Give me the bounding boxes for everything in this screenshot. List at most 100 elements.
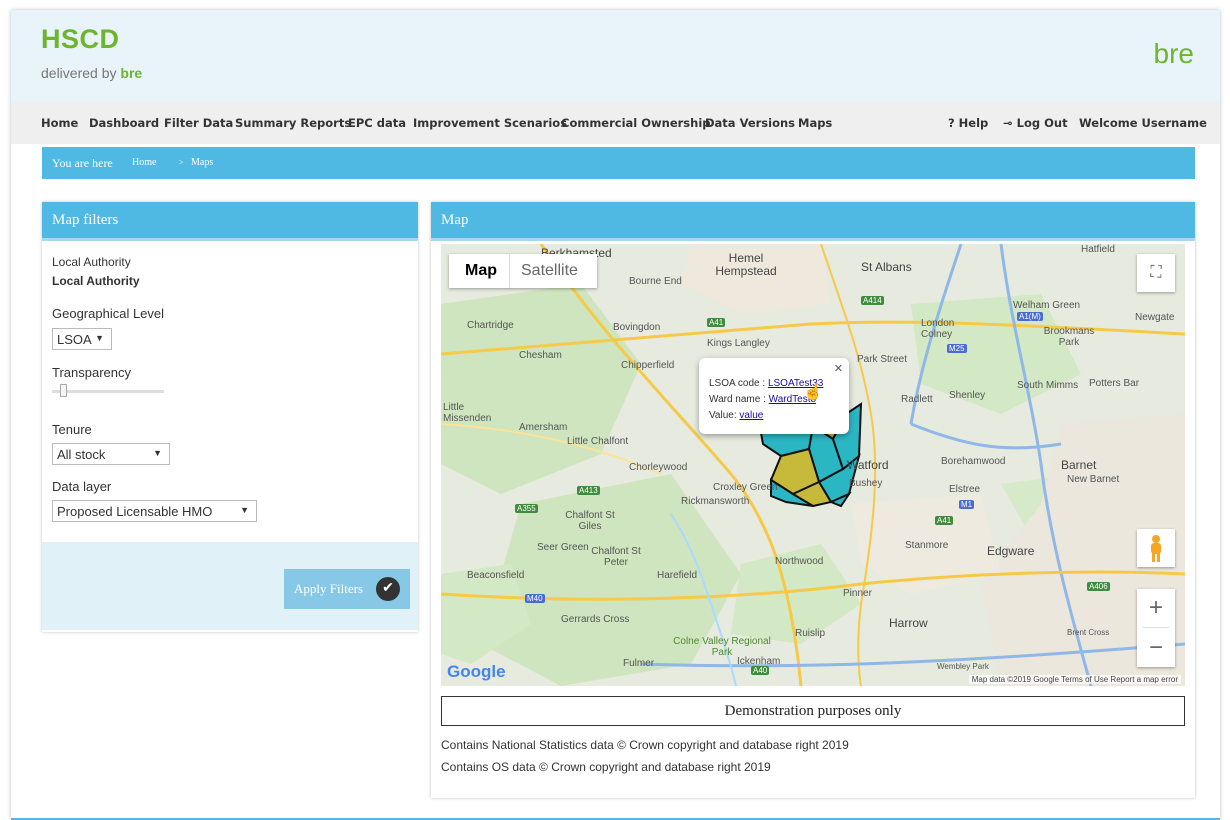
app-header: HSCD delivered by bre bre [11,10,1220,102]
popup-value-row: Value: value [709,410,763,421]
geo-level-label: Geographical Level [52,306,165,321]
road-shield: M25 [947,344,967,353]
road-shield: A413 [577,486,600,495]
slider-track [52,390,164,393]
map-place-label: Pinner [843,588,872,599]
close-icon[interactable]: ✕ [834,362,843,375]
road-shield: A406 [1087,582,1110,591]
map-place-label: Little Chalfont [567,436,629,447]
map-place-label: Chalfont St Peter [591,546,641,568]
map-place-label: Barnet [1061,458,1097,472]
map-place-label: Amersham [519,422,568,433]
map-place-label: Park Street [857,354,908,365]
pegman-icon [1151,535,1161,562]
breadcrumb: You are here Home > Maps [42,147,1195,179]
map-place-label: Harefield [657,570,698,581]
map-place-label: Chartridge [467,320,514,331]
map-place-label: Elstree [949,484,981,495]
zoom-out-button[interactable]: − [1137,629,1175,667]
map-place-label: Chesham [519,350,562,361]
popup-ward-row: Ward name : WardTest8 [709,394,816,405]
fullscreen-button[interactable]: ⛶ [1137,254,1175,292]
road-shield: A1(M) [1017,312,1043,321]
map-place-label: Shenley [949,390,986,401]
map-place-label: Borehamwood [941,456,1006,467]
map-place-label: St Albans [861,260,912,274]
map-place-label: Beaconsfield [467,570,525,581]
app-frame: HSCD delivered by bre bre Home Dashboard… [11,10,1220,820]
map-place-label: Watford [847,458,889,472]
slider-handle[interactable] [60,384,67,397]
tagline-prefix: delivered by [41,65,117,81]
data-layer-select[interactable]: Proposed Licensable HMO ▼ [52,500,257,522]
transparency-slider[interactable] [52,384,164,398]
map-place-label: London Colney [921,318,955,340]
map-filters-title: Map filters [52,212,119,228]
map-type-map-button[interactable]: Map [465,262,497,280]
road-shield: A414 [861,296,884,305]
popup-ward-label: Ward name : [709,394,766,405]
map-place-label: Croxley Green [713,482,778,493]
map-place-label: Welham Green [1013,300,1081,311]
apply-filters-button[interactable]: Apply Filters ✔ [284,569,410,609]
logo-tagline: delivered by bre [41,65,142,81]
demo-notice: Demonstration purposes only [441,696,1185,726]
breadcrumb-home[interactable]: Home [132,157,156,168]
google-logo[interactable]: Google [447,662,506,682]
data-layer-value: Proposed Licensable HMO [57,504,213,519]
map-place-label: Hatfield [1081,244,1115,255]
map-panel-title: Map [441,212,469,228]
nav-summary-reports[interactable]: Summary Reports [235,116,351,130]
copyright-os: Contains OS data © Crown copyright and d… [441,760,771,774]
map-place-label: Ruislip [795,628,826,639]
checkmark-icon: ✔ [376,577,400,601]
street-view-pegman[interactable] [1137,529,1175,567]
google-map[interactable]: Berkhamsted Hemel Hempstead St Albans Ha… [441,244,1185,686]
nav-commercial-ownership[interactable]: Commercial Ownership [561,116,711,130]
nav-dashboard[interactable]: Dashboard [89,116,159,130]
map-place-label: New Barnet [1067,474,1120,485]
nav-home[interactable]: Home [41,116,78,130]
tenure-label: Tenure [52,422,92,437]
caret-down-icon: ▼ [95,333,104,343]
zoom-control: + − [1137,589,1175,667]
hscd-logo[interactable]: HSCD [41,24,120,55]
logout-label: Log Out [1016,116,1068,130]
map-type-divider [509,254,510,288]
nav-epc-data[interactable]: EPC data [348,116,406,130]
map-place-label: Bourne End [629,276,682,287]
road-shield: A41 [935,516,954,525]
map-attribution[interactable]: Map data ©2019 Google Terms of Use Repor… [968,675,1181,684]
map-type-satellite-button[interactable]: Satellite [521,262,578,280]
map-place-label: Radlett [901,394,933,405]
map-place-label: Potters Bar [1089,378,1140,389]
nav-maps[interactable]: Maps [798,116,832,130]
welcome-user: Welcome Username [1079,116,1207,130]
nav-filter-data[interactable]: Filter Data [164,116,233,130]
map-place-label: Bovingdon [613,322,661,333]
bre-logo: bre [1153,38,1194,69]
main-nav: Home Dashboard Filter Data Summary Repor… [11,102,1220,144]
map-place-label: Northwood [775,556,824,567]
map-place-label: South Mimms [1017,380,1079,391]
caret-down-icon: ▼ [240,505,249,515]
breadcrumb-separator: > [179,158,184,167]
zoom-in-button[interactable]: + [1137,589,1175,627]
road-shield: M40 [525,594,545,603]
tenure-select[interactable]: All stock ▼ [52,443,170,465]
map-place-label: Brookmans Park [1043,326,1095,348]
tagline-brand: bre [120,65,143,81]
nav-improvement-scenarios[interactable]: Improvement Scenarios [413,116,567,130]
help-link[interactable]: ? Help [948,116,988,130]
apply-filters-label: Apply Filters [294,581,363,596]
popup-value-link[interactable]: value [739,410,763,421]
map-place-label: Fulmer [623,658,655,669]
logout-link[interactable]: ⊸ Log Out [1003,116,1068,130]
lsoa-info-popup: ✕ LSOA code : LSOATest33 Ward name : War… [699,358,849,434]
breadcrumb-current: Maps [191,157,214,168]
local-authority-label: Local Authority [52,255,131,269]
map-place-label: Edgware [987,544,1035,558]
nav-data-versions[interactable]: Data Versions [705,116,795,130]
caret-down-icon: ▼ [153,448,162,458]
geo-level-select[interactable]: LSOA ▼ [52,328,112,350]
